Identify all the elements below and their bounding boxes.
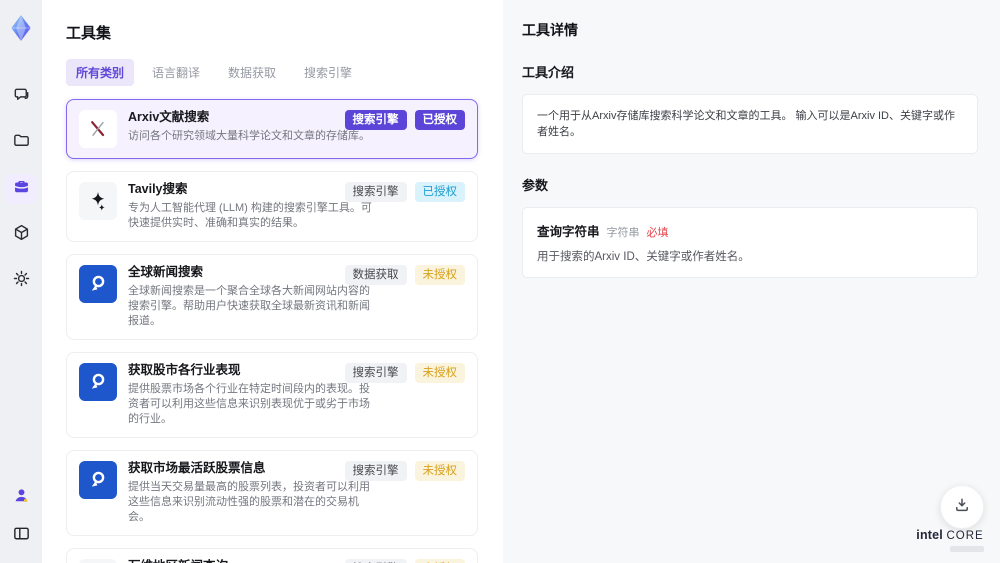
- tool-detail-panel: 工具详情 工具介绍 一个用于从Arxiv存储库搜索科学论文和文章的工具。 输入可…: [503, 0, 1000, 563]
- sidebar-item-files[interactable]: [6, 128, 36, 158]
- tool-card-most-active-stocks[interactable]: 获取市场最活跃股票信息 提供当天交易量最高的股票列表，投资者可以利用这些信息来识…: [66, 450, 478, 536]
- tool-description: 提供股票市场各个行业在特定时间段内的表现。投资者可以利用这些信息来识别表现优于或…: [128, 383, 370, 425]
- gear-icon: [12, 269, 31, 293]
- sidebar-item-panel-toggle[interactable]: [6, 521, 36, 551]
- search-icon: [79, 265, 117, 303]
- tools-panel: 工具集 所有类别 语言翻译 数据获取 搜索引擎 Arxiv文献搜索 访问各个研究…: [42, 0, 511, 563]
- params-heading: 参数: [522, 178, 549, 193]
- tab-language-translation[interactable]: 语言翻译: [142, 59, 210, 86]
- building-icon: [79, 559, 117, 563]
- arxiv-icon: [79, 110, 117, 148]
- category-badge: 数据获取: [344, 265, 407, 285]
- sidebar-item-settings[interactable]: [6, 266, 36, 296]
- param-box: 查询字符串 字符串 必填 用于搜索的Arxiv ID、关键字或作者姓名。: [522, 207, 978, 278]
- icon-sidebar: [0, 0, 42, 563]
- category-badge: 搜索引擎: [344, 559, 407, 563]
- tool-description: 全球新闻搜索是一个聚合全球各大新闻网站内容的搜索引擎。帮助用户快速获取全球最新资…: [128, 285, 370, 327]
- cube-icon: [12, 223, 31, 247]
- panel-toggle-icon: [12, 524, 31, 548]
- folder-icon: [12, 131, 31, 155]
- intro-box: 一个用于从Arxiv存储库搜索科学论文和文章的工具。 输入可以是Arxiv ID…: [522, 94, 978, 154]
- intro-text: 一个用于从Arxiv存储库搜索科学论文和文章的工具。 输入可以是Arxiv ID…: [537, 110, 955, 138]
- tab-search-engine[interactable]: 搜索引擎: [294, 59, 362, 86]
- param-description: 用于搜索的Arxiv ID、关键字或作者姓名。: [537, 251, 750, 263]
- tool-card-tavily[interactable]: Tavily搜索 专为人工智能代理 (LLM) 构建的搜索引擎工具。可快速提供实…: [66, 171, 478, 242]
- tab-data-fetch[interactable]: 数据获取: [218, 59, 286, 86]
- app-window: 工具集 所有类别 语言翻译 数据获取 搜索引擎 Arxiv文献搜索 访问各个研究…: [0, 0, 1000, 563]
- auth-status-badge: 未授权: [414, 363, 465, 383]
- sidebar-item-profile[interactable]: [6, 483, 36, 513]
- category-badge: 搜索引擎: [344, 182, 407, 202]
- auth-status-badge: 已授权: [414, 182, 465, 202]
- category-badge: 搜索引擎: [344, 110, 407, 130]
- category-badge: 搜索引擎: [344, 461, 407, 481]
- chat-icon: [12, 85, 31, 109]
- intro-heading: 工具介绍: [522, 65, 575, 80]
- auth-status-badge: 未授权: [414, 461, 465, 481]
- param-name: 查询字符串: [537, 225, 600, 239]
- tool-list: Arxiv文献搜索 访问各个研究领域大量科学论文和文章的存储库。 搜索引擎 已授…: [66, 93, 511, 563]
- tool-description: 访问各个研究领域大量科学论文和文章的存储库。: [128, 130, 370, 142]
- category-badge: 搜索引擎: [344, 363, 407, 383]
- sidebar-item-tools[interactable]: [6, 174, 36, 204]
- detail-title: 工具详情: [522, 22, 578, 38]
- intel-core-logo: intel CORE: [912, 528, 988, 552]
- tool-card-regional-news[interactable]: 万维地区新闻查询 查询具体行政区划内的新闻，快速了解各地新闻动 搜索引擎 未授权: [66, 548, 478, 563]
- search-icon: [79, 363, 117, 401]
- tool-card-sector-performance[interactable]: 获取股市各行业表现 提供股票市场各个行业在特定时间段内的表现。投资者可以利用这些…: [66, 352, 478, 438]
- tab-all-categories[interactable]: 所有类别: [66, 59, 135, 86]
- auth-status-badge: 未授权: [414, 559, 465, 563]
- download-icon: [952, 495, 972, 520]
- user-icon: [12, 486, 31, 510]
- intel-logo-subtext: [950, 546, 984, 552]
- category-tabs: 所有类别 语言翻译 数据获取 搜索引擎: [66, 59, 503, 86]
- tool-description: 专为人工智能代理 (LLM) 构建的搜索引擎工具。可快速提供实时、准确和真实的结…: [128, 202, 372, 229]
- sparkle-icon: [79, 182, 117, 220]
- param-type: 字符串: [606, 227, 640, 239]
- page-title: 工具集: [66, 25, 112, 42]
- auth-status-badge: 未授权: [414, 265, 465, 285]
- tool-card-arxiv[interactable]: Arxiv文献搜索 访问各个研究领域大量科学论文和文章的存储库。 搜索引擎 已授…: [66, 99, 478, 159]
- tool-description: 提供当天交易量最高的股票列表，投资者可以利用这些信息来识别流动性强的股票和潜在的…: [128, 481, 370, 523]
- app-logo-icon[interactable]: [7, 14, 35, 42]
- auth-status-badge: 已授权: [414, 110, 465, 130]
- sidebar-item-chat[interactable]: [6, 82, 36, 112]
- search-icon: [79, 461, 117, 499]
- sidebar-nav: [6, 82, 36, 296]
- tool-card-global-news[interactable]: 全球新闻搜索 全球新闻搜索是一个聚合全球各大新闻网站内容的搜索引擎。帮助用户快速…: [66, 254, 478, 340]
- sidebar-bottom: [6, 483, 36, 551]
- toolbox-icon: [12, 177, 31, 201]
- param-required-flag: 必填: [646, 227, 669, 239]
- download-button[interactable]: [940, 485, 984, 529]
- sidebar-item-plugins[interactable]: [6, 220, 36, 250]
